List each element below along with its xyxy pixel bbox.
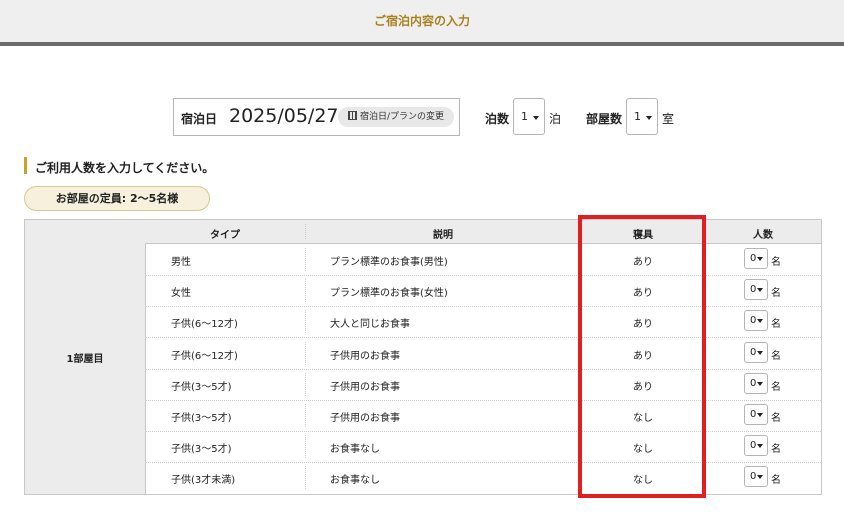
page-title: ご宿泊内容の入力 (373, 14, 470, 28)
nights-unit: 泊 (549, 112, 562, 126)
header-count: 人数 (753, 230, 773, 241)
rooms-unit: 室 (662, 112, 675, 126)
header-type: タイプ (210, 230, 240, 241)
row-type: 子供(3〜5才) (171, 444, 232, 456)
room-cell: 1部屋目 (25, 220, 146, 494)
table-row: 子供(3〜5才) 子供用のお食事 あり 0 名 (145, 369, 821, 401)
guest-count-table: 1部屋目 タイプ 説明 寝具 人数 男性 プラン標準のお食事(男性) あり 0 名女性プ… (24, 219, 822, 495)
guest-count-select[interactable]: 0 (744, 279, 768, 301)
table-row: 男性 プラン標準のお食事(男性) あり 0 名 (145, 244, 821, 276)
table-row: 子供(6〜12才) 子供用のお食事 あり 0 名 (145, 338, 821, 370)
stay-date-value: 2025/05/27 (229, 105, 339, 127)
stay-date-box: 宿泊日 2025/05/27 宿泊日/プランの変更 (173, 98, 460, 136)
row-desc: 大人と同じお食事 (330, 319, 410, 331)
guest-count-value: 0 (750, 315, 757, 327)
guest-count-value: 0 (750, 377, 757, 389)
change-date-plan-button[interactable]: 宿泊日/プランの変更 (338, 107, 454, 127)
row-bedding: あり (633, 288, 653, 300)
rooms-label: 部屋数 (586, 112, 623, 126)
row-desc: プラン標準のお食事(男性) (330, 257, 448, 268)
count-unit: 名 (771, 444, 781, 456)
table-row: 女性 プラン標準のお食事(女性) あり 0 名 (145, 275, 821, 308)
stay-date-label: 宿泊日 (181, 112, 218, 126)
row-type: 女性 (171, 288, 191, 300)
change-date-plan-label: 宿泊日/プランの変更 (359, 112, 445, 122)
row-type: 子供(3才未満) (171, 475, 236, 487)
guest-count-select[interactable]: 0 (744, 310, 768, 332)
guest-count-value: 0 (750, 284, 757, 296)
count-unit: 名 (771, 413, 781, 424)
row-bedding: あり (633, 350, 653, 362)
capacity-badge: お部屋の定員: 2〜5名様 (24, 186, 210, 211)
header-bedding: 寝具 (633, 230, 653, 241)
table-row: 子供(3〜5才) 子供用のお食事 なし 0 名 (145, 400, 821, 432)
page-header: ご宿泊内容の入力 (0, 0, 844, 46)
section-accent-bar (24, 157, 27, 174)
count-unit: 名 (771, 319, 781, 331)
room-label: 1部屋目 (66, 354, 104, 365)
row-type: 子供(6〜12才) (171, 319, 238, 331)
guest-count-value: 0 (750, 471, 757, 483)
row-desc: 子供用のお食事 (330, 413, 400, 424)
guest-count-select[interactable]: 0 (744, 341, 768, 363)
nights-select[interactable]: 1 (513, 98, 545, 135)
table-row: 子供(3〜5才) お食事なし なし 0 名 (145, 431, 821, 464)
guest-count-value: 0 (750, 409, 757, 420)
row-desc: 子供用のお食事 (330, 381, 400, 393)
row-bedding: あり (633, 257, 653, 268)
count-unit: 名 (771, 350, 781, 362)
guest-count-value: 0 (750, 440, 757, 452)
guest-count-select[interactable]: 0 (744, 372, 768, 394)
row-bedding: なし (633, 413, 653, 424)
table-header: タイプ 説明 寝具 人数 (145, 220, 821, 244)
row-bedding: あり (633, 319, 653, 331)
rooms-select[interactable]: 1 (626, 98, 658, 135)
nights-label: 泊数 (485, 112, 510, 126)
row-bedding: なし (633, 475, 653, 487)
chevron-down-icon (646, 116, 652, 120)
rooms-select-value: 1 (634, 110, 641, 123)
guest-count-select[interactable]: 0 (744, 248, 768, 269)
nights-select-value: 1 (521, 110, 528, 123)
row-type: 男性 (171, 257, 191, 268)
chevron-down-icon (757, 288, 763, 293)
count-unit: 名 (771, 381, 781, 393)
guest-count-value: 0 (750, 346, 757, 358)
row-desc: お食事なし (330, 475, 380, 487)
guest-count-select[interactable]: 0 (744, 466, 768, 488)
chevron-down-icon (757, 257, 763, 261)
chevron-down-icon (757, 444, 763, 449)
chevron-down-icon (757, 319, 763, 324)
guest-count-select[interactable]: 0 (744, 404, 768, 425)
count-unit: 名 (771, 288, 781, 300)
chevron-down-icon (757, 381, 763, 386)
count-unit: 名 (771, 257, 781, 268)
row-desc: プラン標準のお食事(女性) (330, 288, 448, 300)
table-row: 子供(6〜12才) 大人と同じお食事 あり 0 名 (145, 306, 821, 339)
calendar-icon (347, 111, 357, 120)
row-desc: お食事なし (330, 444, 380, 456)
guest-count-value: 0 (750, 253, 757, 264)
row-bedding: あり (633, 381, 653, 393)
guest-count-select[interactable]: 0 (744, 435, 768, 457)
row-desc: 子供用のお食事 (330, 350, 400, 362)
table-row: 子供(3才未満) お食事なし なし 0 名 (145, 462, 821, 493)
row-type: 子供(3〜5才) (171, 381, 232, 393)
count-unit: 名 (771, 475, 781, 487)
header-desc: 説明 (433, 230, 453, 241)
row-type: 子供(6〜12才) (171, 350, 238, 362)
chevron-down-icon (533, 116, 539, 120)
chevron-down-icon (757, 350, 763, 355)
chevron-down-icon (757, 475, 763, 480)
section-title: ご利用人数を入力してください。 (35, 161, 215, 175)
row-type: 子供(3〜5才) (171, 413, 232, 424)
row-bedding: なし (633, 444, 653, 456)
chevron-down-icon (757, 413, 763, 417)
